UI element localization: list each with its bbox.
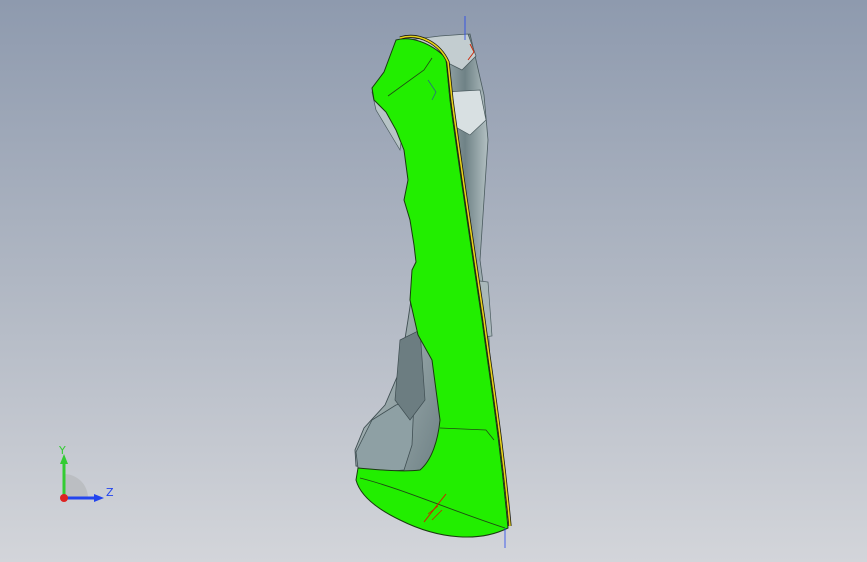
view-orientation-triad: Y Z (58, 444, 114, 502)
graphics-viewport[interactable]: Y Z (0, 0, 867, 562)
triad-x-axis-dot (60, 494, 68, 502)
triad-z-arrow-icon (94, 494, 104, 502)
triad-y-label: Y (58, 444, 66, 457)
triad-plane-icon (64, 474, 88, 498)
triad-z-label: Z (106, 486, 114, 499)
